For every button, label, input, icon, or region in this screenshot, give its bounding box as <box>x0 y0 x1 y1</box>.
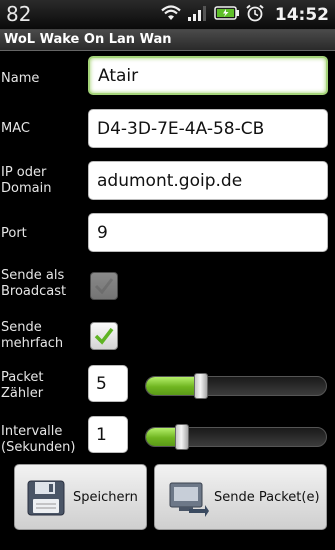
floppy-disk-icon <box>27 480 65 520</box>
repeat-checkbox[interactable] <box>90 322 118 350</box>
name-input[interactable]: Atair <box>88 56 328 95</box>
packet-count-label: Packet Zähler <box>1 370 44 402</box>
host-input[interactable]: adumont.goip.de <box>88 161 328 200</box>
interval-slider[interactable] <box>145 427 327 447</box>
save-button-label: Speichern <box>73 489 138 505</box>
repeat-label: Sende mehrfach <box>1 320 63 352</box>
port-label: Port <box>1 226 27 241</box>
interval-slider-thumb[interactable] <box>175 424 190 450</box>
repeat-check-icon <box>94 327 114 345</box>
signal-icon <box>187 4 209 26</box>
mac-label: MAC <box>1 121 30 136</box>
battery-icon <box>214 5 240 25</box>
packet-count-slider[interactable] <box>145 376 327 396</box>
status-bar: 82 14:52 <box>0 0 335 30</box>
packet-count-slider-thumb[interactable] <box>193 373 208 399</box>
host-label: IP oder Domain <box>1 165 51 197</box>
send-packet-icon <box>167 479 209 521</box>
app-title: WoL Wake On Lan Wan <box>4 32 172 47</box>
send-packets-button-label: Sende Packet(e) <box>214 489 320 505</box>
status-icons <box>160 4 265 26</box>
repeat-label-line2: mehrfach <box>1 336 64 351</box>
repeat-label-line1: Sende <box>1 320 42 335</box>
interval-label-line2: (Sekunden) <box>1 440 76 455</box>
wifi-icon <box>160 4 182 26</box>
interval-input[interactable]: 1 <box>88 416 128 453</box>
alarm-icon <box>245 4 265 26</box>
packet-count-input[interactable]: 5 <box>88 365 128 402</box>
broadcast-label-line1: Sende als <box>1 268 65 283</box>
port-input[interactable]: 9 <box>88 213 328 252</box>
broadcast-check-icon <box>94 278 114 295</box>
save-button[interactable]: Speichern <box>14 464 147 530</box>
app-title-bar: WoL Wake On Lan Wan <box>0 30 335 51</box>
interval-label: Intervalle (Sekunden) <box>1 424 76 456</box>
name-label: Name <box>1 71 40 86</box>
broadcast-label: Sende als Broadcast <box>1 268 66 300</box>
status-time: 14:52 <box>274 5 329 25</box>
interval-label-line1: Intervalle <box>1 424 63 439</box>
broadcast-label-line2: Broadcast <box>1 284 67 299</box>
packet-count-label-line2: Zähler <box>1 386 44 401</box>
packet-count-label-line1: Packet <box>1 370 44 385</box>
host-label-line1: IP oder <box>1 165 47 180</box>
mac-input[interactable]: D4-3D-7E-4A-58-CB <box>88 109 328 148</box>
host-label-line2: Domain <box>1 181 52 196</box>
broadcast-checkbox[interactable] <box>90 272 118 300</box>
send-packets-button[interactable]: Sende Packet(e) <box>154 464 327 530</box>
status-notification-count: 82 <box>6 2 32 26</box>
